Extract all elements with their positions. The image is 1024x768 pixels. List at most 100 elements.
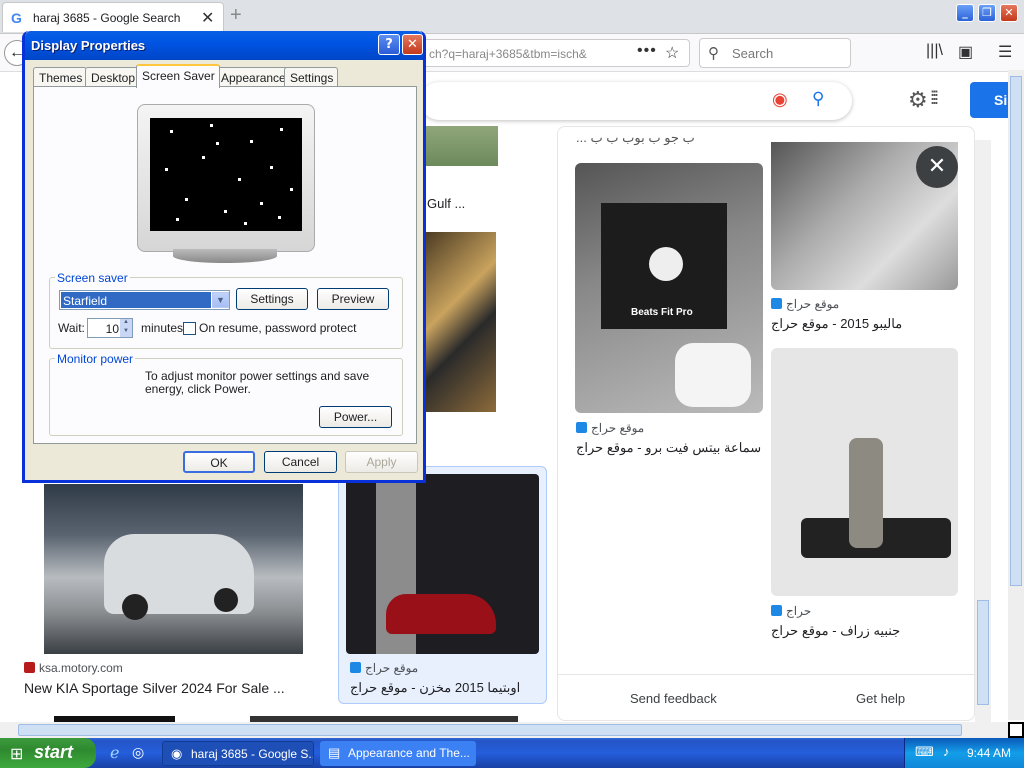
result-image-partial[interactable] — [424, 126, 498, 166]
dialog-title-bar[interactable]: Display Properties ? ✕ — [25, 31, 423, 60]
minimize-button[interactable]: _ — [956, 4, 974, 22]
bookmark-star-icon[interactable]: ☆ — [665, 43, 679, 63]
malibu-source[interactable]: موقع حراج — [771, 297, 839, 311]
tab-appearance[interactable]: Appearance — [215, 67, 291, 87]
source-favicon-icon — [350, 662, 361, 673]
result-caption-gulf[interactable]: Gulf ... — [427, 196, 465, 211]
apps-grid-icon[interactable]: ⁞⁞⁞ — [930, 88, 939, 109]
tab-title: haraj 3685 - Google Search — [33, 11, 181, 25]
taskbar-item-label: haraj 3685 - Google S... — [191, 747, 314, 761]
beats-fit-pro-image[interactable]: Beats Fit Pro — [575, 163, 763, 413]
wait-label: Wait: — [58, 321, 85, 335]
control-panel-task-icon: ▤ — [328, 745, 341, 760]
password-protect-checkbox[interactable] — [183, 322, 196, 335]
ok-button[interactable]: OK — [183, 451, 255, 473]
result-image-partial-2[interactable] — [424, 232, 496, 412]
screen-saver-group-label: Screen saver — [55, 271, 130, 285]
google-search-icon[interactable]: ⚲ — [812, 89, 824, 109]
preview-button[interactable]: Preview — [317, 288, 389, 310]
help-button[interactable]: ? — [378, 34, 400, 55]
panel-divider — [558, 674, 974, 675]
tab-themes[interactable]: Themes — [33, 67, 88, 87]
taskbar — [0, 738, 1024, 768]
optima-caption[interactable]: اوبتيما 2015 مخزن - موقع حراج — [350, 680, 520, 696]
new-tab-button[interactable]: + — [230, 4, 242, 27]
monitor-power-group-label: Monitor power — [55, 352, 136, 366]
browser-task-icon: ◉ — [171, 746, 183, 761]
kia-sportage-image[interactable] — [44, 484, 303, 654]
keyboard-icon[interactable]: ⌨ — [915, 744, 934, 760]
dialog-title: Display Properties — [31, 38, 146, 53]
kia-source[interactable]: ksa.motory.com — [24, 661, 123, 675]
tab-desktop[interactable]: Desktop — [85, 67, 141, 87]
display-properties-dialog: Display Properties ? ✕ Themes Desktop Sc… — [22, 31, 426, 483]
kia-caption[interactable]: New KIA Sportage Silver 2024 For Sale ..… — [24, 680, 285, 696]
tab-settings[interactable]: Settings — [284, 67, 339, 87]
optima-image[interactable] — [346, 474, 539, 654]
starfield-preview-screen — [150, 118, 302, 231]
source-favicon-icon — [24, 662, 35, 673]
page-actions-icon[interactable]: ••• — [637, 42, 657, 60]
dropdown-arrow-icon[interactable]: ▼ — [212, 292, 229, 308]
minutes-label: minutes — [141, 321, 184, 335]
apply-button: Apply — [345, 451, 418, 473]
beats-caption[interactable]: سماعة بيتس فيت برو - موقع حراج — [576, 440, 761, 456]
source-favicon-icon — [576, 422, 587, 433]
optima-source[interactable]: موقع حراج — [350, 661, 418, 675]
library-icon[interactable]: |||\ — [926, 42, 943, 60]
close-preview-button[interactable]: ✕ — [916, 146, 958, 188]
dialog-close-button[interactable]: ✕ — [402, 34, 423, 55]
restore-button[interactable]: ❐ — [978, 4, 996, 22]
menu-icon[interactable]: ☰ — [998, 42, 1012, 62]
get-help-link[interactable]: Get help — [856, 691, 905, 706]
windows-logo-icon: ⊞ — [10, 746, 24, 763]
send-feedback-link[interactable]: Send feedback — [630, 691, 717, 706]
scrollbar-corner — [1008, 722, 1024, 738]
monitor-power-text: To adjust monitor power settings and sav… — [145, 369, 370, 396]
settings-gear-icon[interactable]: ⚙ — [908, 87, 928, 113]
wait-minutes-spinner[interactable]: 10 ▲ ▼ — [87, 318, 133, 338]
settings-button[interactable]: Settings — [236, 288, 308, 310]
screen-saver-dropdown[interactable]: Starfield ▼ — [59, 290, 230, 310]
tab-screen-saver[interactable]: Screen Saver — [136, 64, 220, 88]
cancel-button[interactable]: Cancel — [264, 451, 337, 473]
spin-down-icon[interactable]: ▼ — [120, 328, 132, 337]
source-favicon-icon — [771, 605, 782, 616]
system-tray: ⌨ ♪ 9:44 AM — [904, 738, 1024, 768]
panel-scrollbar-thumb[interactable] — [977, 600, 989, 705]
password-protect-label[interactable]: On resume, password protect — [199, 321, 356, 335]
janbiya-source[interactable]: حراج — [771, 604, 811, 618]
horizontal-scrollbar-thumb[interactable] — [18, 724, 962, 736]
malibu-caption[interactable]: ماليبو 2015 - موقع حراج — [771, 316, 902, 332]
close-tab-icon[interactable]: ✕ — [201, 8, 214, 28]
screen-saver-value: Starfield — [61, 292, 211, 308]
beats-source[interactable]: موقع حراج — [576, 421, 644, 435]
sidebar-icon[interactable]: ▣ — [958, 42, 973, 62]
taskbar-item-label: Appearance and The... — [348, 746, 470, 760]
search-icon: ⚲ — [708, 45, 719, 62]
google-lens-icon[interactable]: ◉ — [772, 89, 788, 110]
wait-value: 10 — [105, 322, 119, 336]
clock: 9:44 AM — [967, 746, 1012, 760]
taskbar-item-browser[interactable]: ◉ haraj 3685 - Google S... — [162, 741, 314, 766]
spin-up-icon[interactable]: ▲ — [120, 319, 132, 328]
taskbar-item-appearance[interactable]: ▤ Appearance and The... — [320, 741, 476, 766]
janbiya-image[interactable] — [771, 348, 958, 596]
panel-partial-text: ... ب جو ب بوب ب ب — [576, 130, 695, 145]
close-window-button[interactable]: ✕ — [1000, 4, 1018, 22]
beats-box-text: Beats Fit Pro — [631, 307, 693, 318]
volume-icon[interactable]: ♪ — [943, 744, 950, 759]
google-favicon-icon: G — [11, 10, 22, 26]
source-favicon-icon — [771, 298, 782, 309]
address-bar[interactable]: ch?q=haraj+3685&tbm=isch& ••• ☆ — [420, 39, 690, 67]
monitor-preview — [137, 104, 315, 252]
monitor-stand — [173, 249, 277, 263]
firefox-quicklaunch-icon[interactable]: ◎ — [132, 744, 144, 761]
page-scrollbar-thumb[interactable] — [1010, 76, 1022, 586]
search-placeholder: Search — [732, 46, 774, 61]
browser-search-box[interactable]: ⚲ Search — [699, 38, 851, 68]
janbiya-caption[interactable]: جنبيه زراف - موقع حراج — [771, 623, 900, 639]
ie-quicklaunch-icon[interactable]: ℯ — [110, 743, 119, 763]
power-button[interactable]: Power... — [319, 406, 392, 428]
browser-tab[interactable]: G haraj 3685 - Google Search ✕ — [2, 2, 224, 32]
